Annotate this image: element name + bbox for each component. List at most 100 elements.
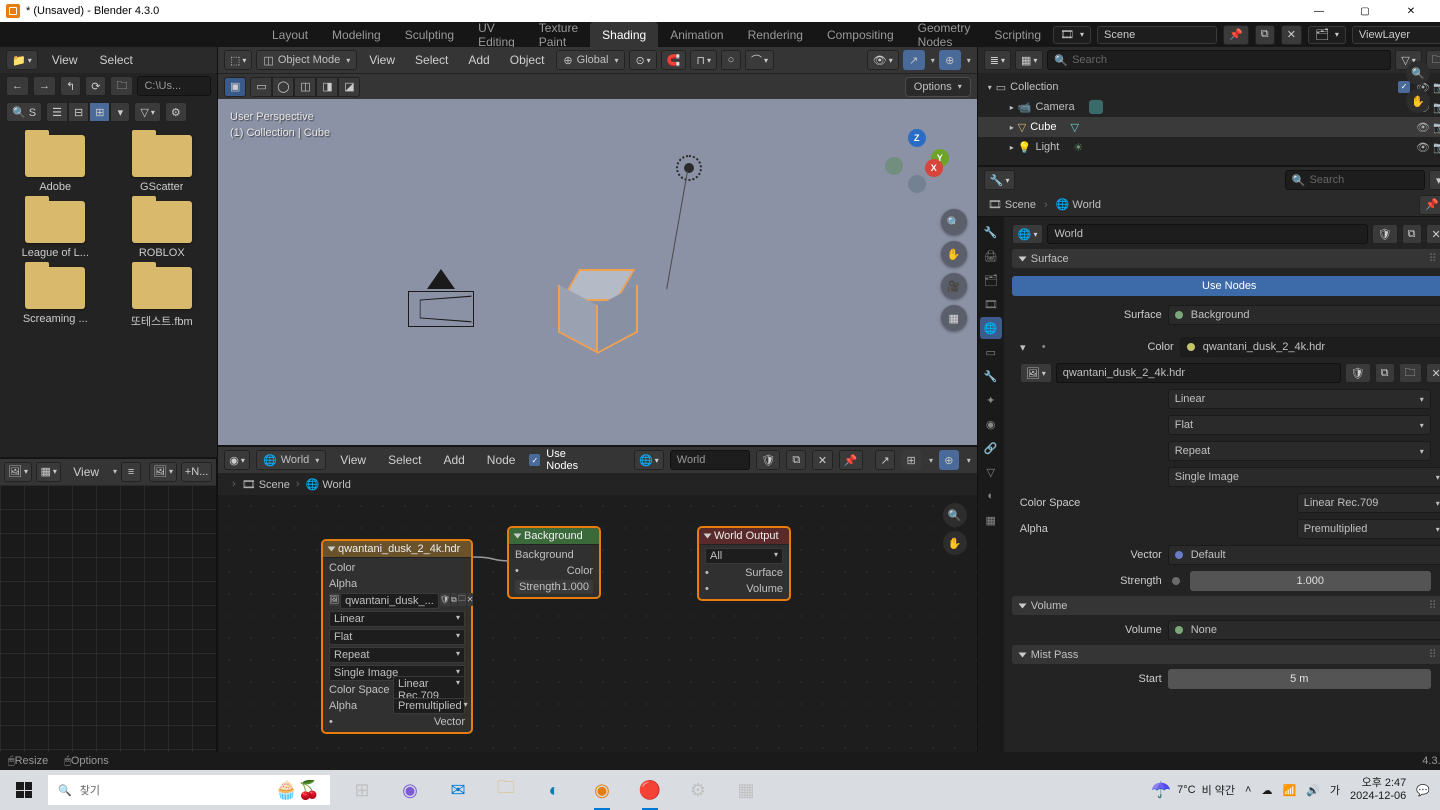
ne-select[interactable]: Select xyxy=(380,450,429,470)
surface-field[interactable]: Background xyxy=(1168,305,1440,325)
search-input[interactable]: 🔍 Search xyxy=(1047,50,1391,70)
overlay-icon[interactable]: ⊕ xyxy=(939,450,959,470)
pin-icon[interactable]: 📌 xyxy=(1419,195,1440,215)
shield-icon[interactable]: 🛡 xyxy=(1345,363,1371,383)
scene-browse-icon[interactable]: 🎞▾ xyxy=(1053,26,1091,44)
folder-item[interactable]: 또테스트.fbm xyxy=(113,267,212,329)
fb-view[interactable]: View xyxy=(44,50,86,70)
tab-world-icon[interactable]: 🌐 xyxy=(980,317,1002,339)
overlay-toggle-icon[interactable]: ⊕ xyxy=(939,50,961,70)
open-icon[interactable]: 🗀 xyxy=(458,593,466,606)
bread-world[interactable]: 🌐 World xyxy=(306,478,351,491)
proportional-opts-icon[interactable]: ⌒▾ xyxy=(745,50,774,70)
outliner-item-light[interactable]: ▸ 💡 Light ☀ 👁 📷 xyxy=(978,137,1440,157)
tab-object-icon[interactable]: ▭ xyxy=(980,341,1002,363)
image-name-field[interactable]: qwantani_dusk_2_4k.hdr xyxy=(1056,363,1341,383)
nav-gizmo[interactable]: Z Y X xyxy=(885,129,949,193)
pan-icon[interactable]: ✋ xyxy=(943,531,967,555)
viewlayer-browse-icon[interactable]: 🗂▾ xyxy=(1308,26,1346,44)
snap-opts-icon[interactable]: ⊓▾ xyxy=(690,50,717,70)
folder-item[interactable]: Screaming ... xyxy=(6,267,105,329)
persp-toggle-icon[interactable]: ▦ xyxy=(941,305,967,331)
color-field[interactable]: qwantani_dusk_2_4k.hdr xyxy=(1180,337,1440,357)
viewlayer-field[interactable]: ViewLayer xyxy=(1352,26,1440,44)
colorspace-select[interactable]: Linear Rec.709▾ xyxy=(1297,493,1440,513)
folder-item[interactable]: ROBLOX xyxy=(113,201,212,259)
tab-compositing[interactable]: Compositing xyxy=(815,22,906,47)
img-view[interactable]: View xyxy=(65,462,107,482)
camera-view-icon[interactable]: 🎥 xyxy=(941,273,967,299)
display-mode-icon[interactable]: ▦▾ xyxy=(1015,50,1043,70)
clock[interactable]: 오후 2:47 2024-12-06 xyxy=(1350,777,1406,803)
scene-field[interactable]: Scene xyxy=(1097,26,1217,44)
scene-copy-icon[interactable]: ⧉ xyxy=(1255,25,1275,45)
sel-lasso-icon[interactable]: ◫ xyxy=(294,77,316,97)
start-button[interactable] xyxy=(0,770,48,810)
node-type-select[interactable]: 🌐 World▾ xyxy=(256,450,326,470)
display-detail-icon[interactable]: ⊟ xyxy=(68,102,89,122)
tab-layout[interactable]: Layout xyxy=(260,22,320,47)
editor-type-icon[interactable]: ◉▾ xyxy=(224,450,250,470)
snap-icon[interactable]: 🧲 xyxy=(661,50,687,70)
editor-type-icon[interactable]: 🔧▾ xyxy=(984,170,1016,190)
tab-viewlayer-icon[interactable]: 🗂 xyxy=(980,269,1002,291)
minimize-button[interactable]: — xyxy=(1296,0,1342,22)
unlink-icon[interactable]: ✕ xyxy=(812,450,832,470)
task-view-icon[interactable]: ⊞ xyxy=(338,770,386,810)
pivot-icon[interactable]: ⊙▾ xyxy=(629,50,656,70)
vp-select[interactable]: Select xyxy=(407,50,456,70)
sel-tweak-icon[interactable]: ◨ xyxy=(316,77,338,97)
cube-object[interactable] xyxy=(558,269,638,349)
light-data-icon[interactable]: ☀ xyxy=(1073,141,1083,154)
editor-type-icon[interactable]: 🖼▾ xyxy=(4,462,32,482)
volume-field[interactable]: None xyxy=(1168,620,1440,640)
close-button[interactable]: ✕ xyxy=(1388,0,1434,22)
blender-taskbar-icon[interactable]: ◉ xyxy=(578,770,626,810)
path-field[interactable]: C:\Us... xyxy=(137,76,211,96)
tab-scripting[interactable]: Scripting xyxy=(982,22,1053,47)
strength-field[interactable]: 1.000 xyxy=(1190,571,1431,591)
img-browse-icon[interactable]: 🖼▾ xyxy=(149,462,177,482)
vp-view[interactable]: View xyxy=(361,50,403,70)
folder-item[interactable]: GScatter xyxy=(113,135,212,193)
tray-expand-icon[interactable]: ˄ xyxy=(1245,784,1251,796)
fb-select[interactable]: Select xyxy=(92,50,141,70)
options-icon[interactable]: ▾ xyxy=(1429,170,1440,190)
unlink-icon[interactable]: ✕ xyxy=(1426,224,1440,244)
tab-uv[interactable]: UV Editing xyxy=(466,22,527,47)
use-nodes-check[interactable]: ✓ xyxy=(529,454,540,466)
vp-add[interactable]: Add xyxy=(460,50,497,70)
pan-icon[interactable]: ✋ xyxy=(941,241,967,267)
sel-circle-icon[interactable]: ◯ xyxy=(272,77,294,97)
nav-refresh-icon[interactable]: ⟳ xyxy=(85,76,106,96)
shield-icon[interactable]: 🛡 xyxy=(440,593,450,606)
outliner-item-camera[interactable]: ▸ 📹 Camera 👁 📷 xyxy=(978,97,1440,117)
zoom-icon[interactable]: 🔍 xyxy=(943,503,967,527)
scene-delete-icon[interactable]: ✕ xyxy=(1281,25,1302,45)
axis-x-icon[interactable]: X xyxy=(925,159,943,177)
proportional-icon[interactable]: ○ xyxy=(721,50,741,70)
tab-sculpting[interactable]: Sculpting xyxy=(393,22,466,47)
tab-shading[interactable]: Shading xyxy=(590,22,658,47)
display-thumb-icon[interactable]: ⊞ xyxy=(89,102,110,122)
node-env-texture[interactable]: qwantani_dusk_2_4k.hdr Color Alpha 🖼 qwa… xyxy=(322,540,472,733)
notifications-icon[interactable]: 💬 xyxy=(1416,784,1430,797)
visibility-icon[interactable]: 👁▾ xyxy=(867,50,899,70)
display-sort-icon[interactable]: ▾ xyxy=(110,102,130,122)
outlook-icon[interactable]: ✉ xyxy=(434,770,482,810)
use-nodes-label[interactable]: Use Nodes xyxy=(546,448,595,472)
editor-type-icon[interactable]: ⬚▾ xyxy=(224,50,252,70)
tab-scene-icon[interactable]: 🎞 xyxy=(980,293,1002,315)
open-icon[interactable]: 🗀 xyxy=(1399,363,1422,383)
folder-item[interactable]: League of L... xyxy=(6,201,105,259)
gizmo-toggle-icon[interactable]: ↗ xyxy=(903,50,925,70)
ne-add[interactable]: Add xyxy=(435,450,472,470)
copy-icon[interactable]: ⧉ xyxy=(786,450,806,470)
ext-select[interactable]: Repeat▾ xyxy=(1168,441,1431,461)
collection-row[interactable]: ▾ ▭ Collection ✓ 👁 📷 xyxy=(978,77,1440,97)
tab-material-icon[interactable]: ◐ xyxy=(980,485,1002,507)
vp-object[interactable]: Object xyxy=(502,50,553,70)
tab-animation[interactable]: Animation xyxy=(658,22,735,47)
volume-panel-header[interactable]: Volume⠿ xyxy=(1012,596,1440,615)
alpha-select[interactable]: Premultiplied▾ xyxy=(393,698,465,714)
